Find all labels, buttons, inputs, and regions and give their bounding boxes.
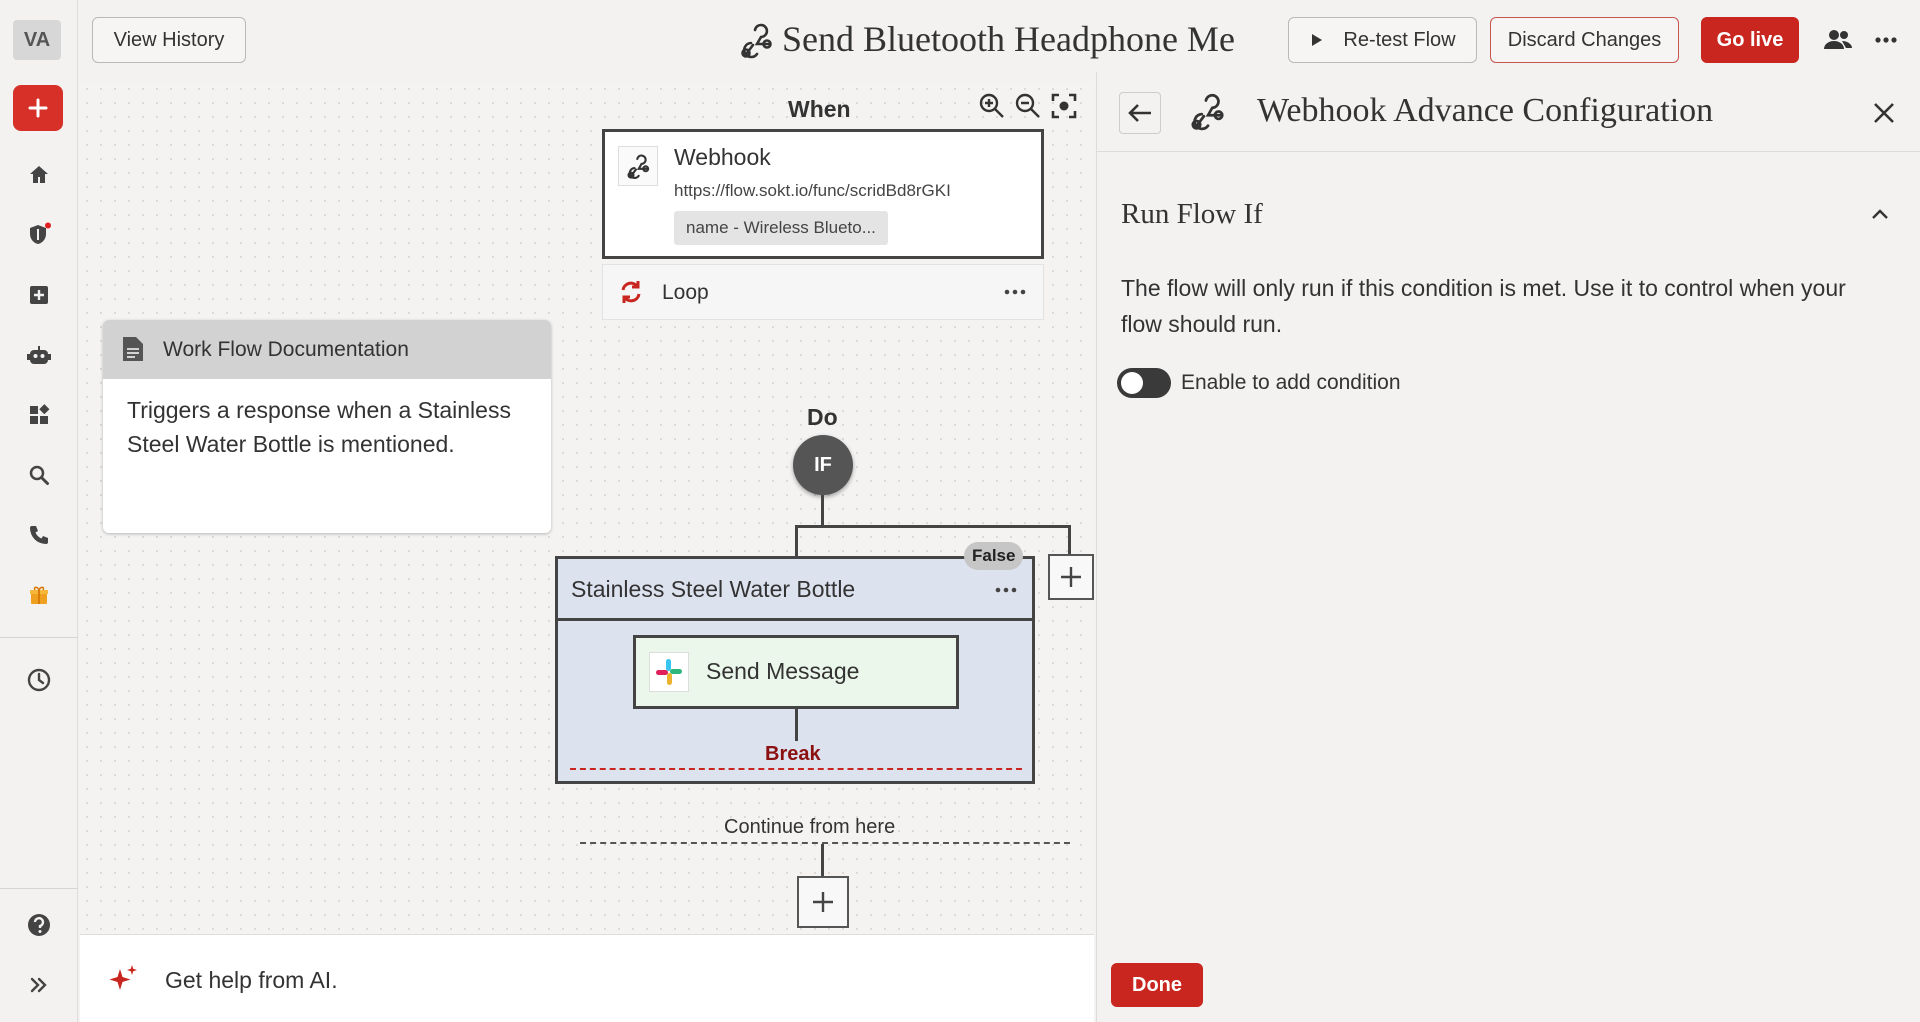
zoom-out-icon[interactable] [1014,92,1042,120]
done-button[interactable]: Done [1111,963,1203,1007]
chevron-up-icon[interactable] [1869,206,1891,222]
webhook-icon [736,20,776,60]
break-label: Break [765,743,821,765]
send-message-action[interactable]: Send Message [633,635,959,709]
webhook-icon [1186,90,1228,132]
play-icon [1312,34,1323,46]
phone-icon[interactable] [24,520,54,550]
zoom-in-icon[interactable] [978,92,1006,120]
add-step-button[interactable] [797,876,849,928]
loop-row[interactable]: Loop [602,264,1044,320]
ai-help-label: Get help from AI. [165,967,338,993]
loop-label: Loop [662,281,709,304]
history-icon[interactable] [24,665,54,695]
help-icon[interactable] [24,910,54,940]
trigger-url: https://flow.sokt.io/func/scridBd8rGKI [674,181,951,200]
documentation-body: Triggers a response when a Stainless Ste… [127,397,511,457]
plus-icon [813,892,833,912]
go-live-button[interactable]: Go live [1701,17,1799,63]
config-panel: Webhook Advance Configuration Run Flow I… [1096,72,1920,1022]
webhook-trigger-card[interactable]: Webhook https://flow.sokt.io/func/scridB… [602,129,1044,259]
documentation-title: Work Flow Documentation [163,338,409,361]
add-box-icon[interactable] [24,280,54,310]
loop-more-icon[interactable] [1003,285,1027,299]
avatar[interactable]: VA [13,20,61,60]
when-label: When [788,96,851,122]
retest-flow-button[interactable]: Re-test Flow [1288,17,1477,63]
break-line [570,768,1022,770]
branch-more-icon[interactable] [994,583,1018,597]
ai-help-bar[interactable]: Get help from AI. [80,934,1094,1022]
expand-sidebar-icon[interactable] [24,970,54,1000]
webhook-icon [618,146,658,186]
do-label: Do [807,404,838,430]
send-message-label: Send Message [706,658,860,684]
toggle-label: Enable to add condition [1181,371,1401,394]
plus-icon [28,98,48,118]
plus-icon [1061,567,1081,587]
slack-icon [649,652,689,692]
condition-toggle[interactable] [1117,368,1171,398]
continue-line [580,842,1070,844]
documentation-note[interactable]: Work Flow Documentation Triggers a respo… [103,320,551,533]
search-icon[interactable] [24,460,54,490]
close-icon[interactable] [1871,100,1897,126]
dashboard-icon[interactable] [24,400,54,430]
branch-container[interactable]: Stainless Steel Water Bottle Send Messag… [555,556,1035,784]
left-sidebar: VA [0,0,78,1022]
collaborators-icon[interactable] [1823,27,1853,53]
flow-title[interactable]: Send Bluetooth Headphone Me [782,18,1237,60]
ai-sparkle-icon [106,963,140,997]
back-button[interactable] [1119,92,1161,134]
trigger-title: Webhook [674,144,771,170]
arrow-left-icon [1128,104,1151,122]
fit-view-icon[interactable] [1050,92,1078,120]
gift-icon[interactable] [24,580,54,610]
toggle-knob [1121,372,1143,394]
discard-changes-button[interactable]: Discard Changes [1490,17,1679,63]
retest-flow-label: Re-test Flow [1343,28,1456,51]
trigger-chip: name - Wireless Blueto... [674,211,888,245]
home-icon[interactable] [24,160,54,190]
loop-icon [617,278,645,306]
view-history-button[interactable]: View History [92,17,246,63]
more-options-icon[interactable] [1872,30,1900,50]
section-description: The flow will only run if this condition… [1121,275,1846,337]
section-title[interactable]: Run Flow If [1121,198,1263,231]
branch-title: Stainless Steel Water Bottle [571,576,856,602]
robot-icon[interactable] [24,340,54,370]
panel-title: Webhook Advance Configuration [1257,92,1714,129]
document-icon [121,335,145,363]
create-button[interactable] [13,85,63,131]
shield-icon[interactable] [24,220,54,250]
if-node[interactable]: IF [793,435,853,495]
add-branch-button[interactable] [1048,554,1094,600]
false-badge: False [964,542,1024,570]
continue-label: Continue from here [724,816,896,838]
